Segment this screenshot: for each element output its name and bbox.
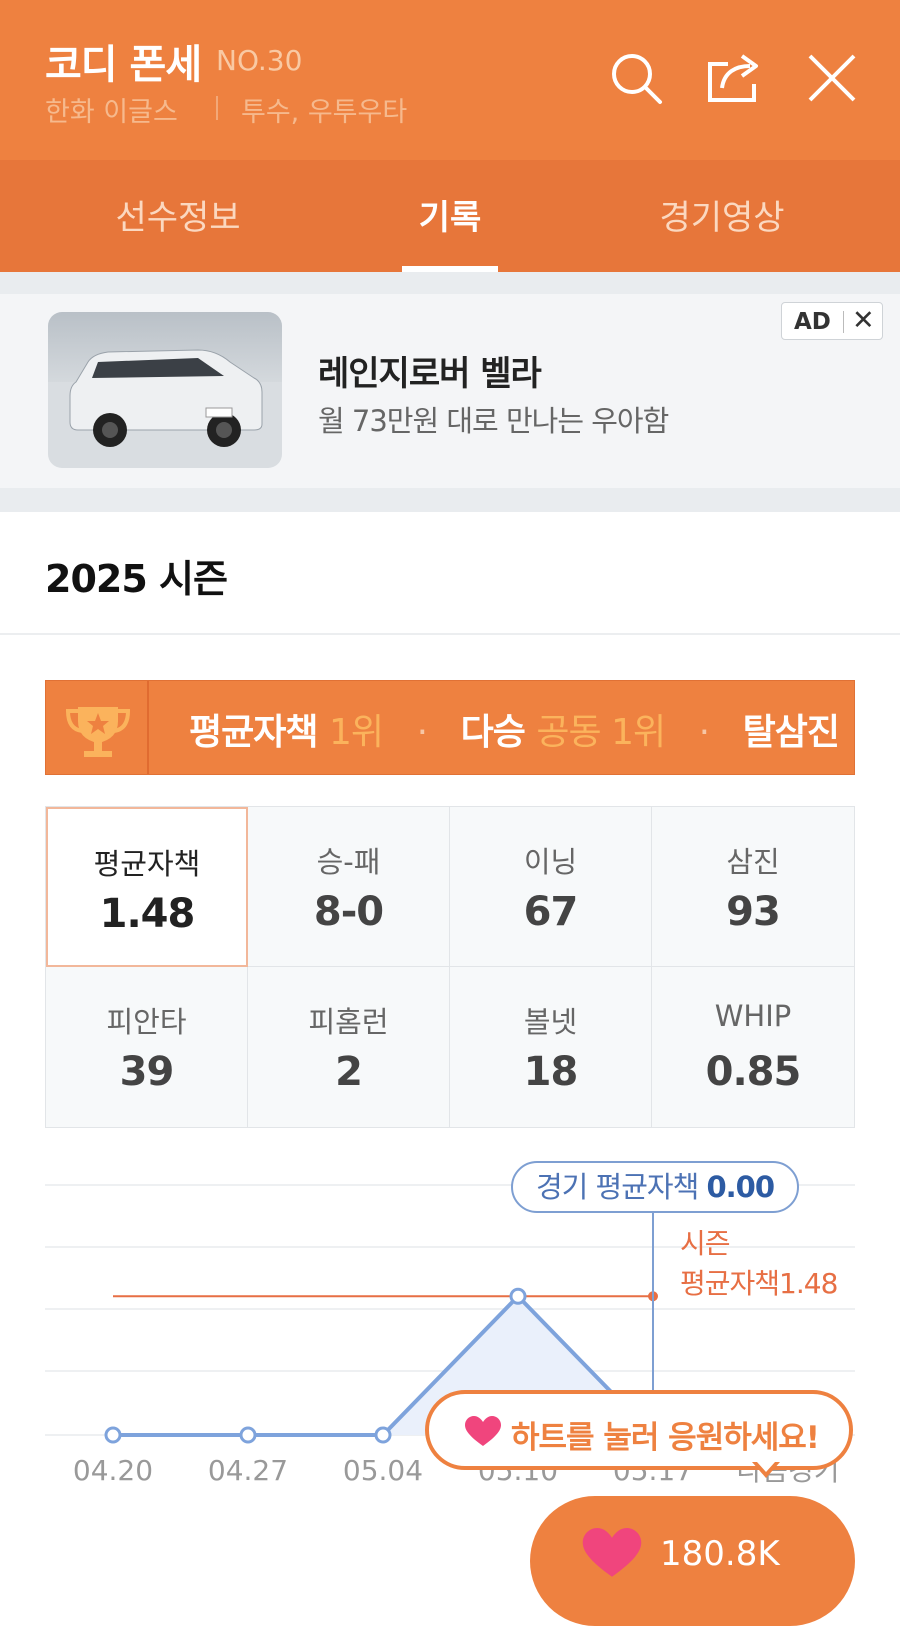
heart-icon xyxy=(465,1416,501,1446)
ad-badge-divider xyxy=(843,311,844,333)
cheer-text: 하트를 눌러 응원하세요! xyxy=(511,1420,820,1456)
section-gap xyxy=(0,272,900,294)
rank-list: 평균자책 1위 · 다승 공동 1위 · 탈삼진 1 xyxy=(189,703,854,755)
rank-value: 1위 xyxy=(329,712,384,753)
x-tick-label: 05.04 xyxy=(343,1454,423,1487)
player-position: 투수, 우투우타 xyxy=(241,97,408,128)
trophy-icon xyxy=(65,707,131,757)
stat-label: 피홈런 xyxy=(308,1005,389,1039)
share-icon[interactable] xyxy=(706,50,762,106)
app-header: 코디 폰세 NO.30 한화 이글스 투수, 우투우타 xyxy=(0,0,900,160)
rank-banner: 평균자책 1위 · 다승 공동 1위 · 탈삼진 1 xyxy=(45,680,855,775)
stat-label: 평균자책 xyxy=(93,847,201,881)
tooltip-value: 0.00 xyxy=(706,1170,775,1204)
chart-tooltip: 경기 평균자책 0.00 xyxy=(511,1161,799,1213)
stats-grid: 평균자책 1.48 승-패 8-0 이닝 67 삼진 93 피안타 39 피홈런… xyxy=(45,806,855,1128)
player-name: 코디 폰세 xyxy=(45,42,202,88)
rank-label: 탈삼진 xyxy=(742,712,840,753)
heart-icon xyxy=(582,1528,642,1577)
stat-value: 0.85 xyxy=(705,1049,802,1095)
trophy-box xyxy=(46,681,149,774)
ad-banner[interactable]: 레인지로버 벨라 월 73만원 대로 만나는 우아함 AD ✕ xyxy=(0,294,900,488)
stat-whip[interactable]: WHIP 0.85 xyxy=(652,967,854,1127)
rank-value: 1 xyxy=(851,712,854,753)
close-icon[interactable] xyxy=(804,50,860,106)
season-average-label: 시즌평균자책1.48 xyxy=(680,1224,838,1304)
stat-era[interactable]: 평균자책 1.48 xyxy=(46,807,248,967)
rank-value: 공동 1위 xyxy=(536,712,666,753)
stat-label: 승-패 xyxy=(316,845,381,879)
stat-value: 93 xyxy=(726,889,781,935)
stat-value: 1.48 xyxy=(99,891,196,937)
player-number: NO.30 xyxy=(216,44,303,77)
stat-strikeouts[interactable]: 삼진 93 xyxy=(652,807,854,967)
tab-player-info[interactable]: 선수정보 xyxy=(58,190,298,239)
header-divider xyxy=(216,96,218,120)
season-average-line: 시즌 xyxy=(680,1227,731,1260)
stat-innings[interactable]: 이닝 67 xyxy=(450,807,652,967)
heart-count: 180.8K xyxy=(660,1534,780,1574)
ad-label: AD xyxy=(794,309,831,335)
data-point xyxy=(509,1287,527,1305)
search-icon[interactable] xyxy=(608,50,664,106)
stat-hits-allowed[interactable]: 피안타 39 xyxy=(46,967,248,1127)
rank-label: 평균자책 xyxy=(189,712,318,753)
season-title: 2025 시즌 xyxy=(45,557,228,601)
cheer-bubble: 하트를 눌러 응원하세요! xyxy=(425,1390,853,1470)
ad-subtitle[interactable]: 월 73만원 대로 만나는 우아함 xyxy=(318,398,669,440)
stat-value: 2 xyxy=(335,1049,363,1095)
section-gap xyxy=(0,488,900,512)
ad-close-icon[interactable]: ✕ xyxy=(852,305,875,336)
data-point xyxy=(104,1426,122,1444)
ad-title[interactable]: 레인지로버 벨라 xyxy=(318,346,542,395)
team-name: 한화 이글스 xyxy=(45,97,178,128)
stat-label: 이닝 xyxy=(523,845,578,879)
ad-badge[interactable]: AD ✕ xyxy=(781,302,883,340)
tab-records[interactable]: 기록 xyxy=(330,190,570,239)
tooltip-label: 경기 평균자책 xyxy=(535,1170,699,1204)
data-point xyxy=(239,1426,257,1444)
bubble-tail-inner xyxy=(757,1462,775,1472)
season-average-line: 평균자책1.48 xyxy=(680,1267,838,1300)
stat-value: 39 xyxy=(119,1049,175,1095)
rank-separator: · xyxy=(416,712,428,753)
x-tick-label: 04.20 xyxy=(73,1454,153,1487)
stat-homeruns-allowed[interactable]: 피홈런 2 xyxy=(248,967,450,1127)
stat-label: 볼넷 xyxy=(523,1005,578,1039)
tab-bar: 선수정보 기록 경기영상 xyxy=(0,160,900,272)
stat-label: 피안타 xyxy=(106,1005,187,1039)
stat-value: 67 xyxy=(523,889,579,935)
x-tick-label: 04.27 xyxy=(208,1454,288,1487)
stat-value: 8-0 xyxy=(313,889,384,935)
stat-value: 18 xyxy=(523,1049,579,1095)
stat-label: WHIP xyxy=(714,999,792,1033)
stat-win-loss[interactable]: 승-패 8-0 xyxy=(248,807,450,967)
rank-separator: · xyxy=(698,712,710,753)
ad-car-image[interactable] xyxy=(48,312,282,468)
stat-walks[interactable]: 볼넷 18 xyxy=(450,967,652,1127)
stat-label: 삼진 xyxy=(726,845,780,879)
section-divider xyxy=(0,633,900,635)
tab-game-videos[interactable]: 경기영상 xyxy=(602,190,842,239)
data-point xyxy=(374,1426,392,1444)
rank-label: 다승 xyxy=(460,712,526,753)
